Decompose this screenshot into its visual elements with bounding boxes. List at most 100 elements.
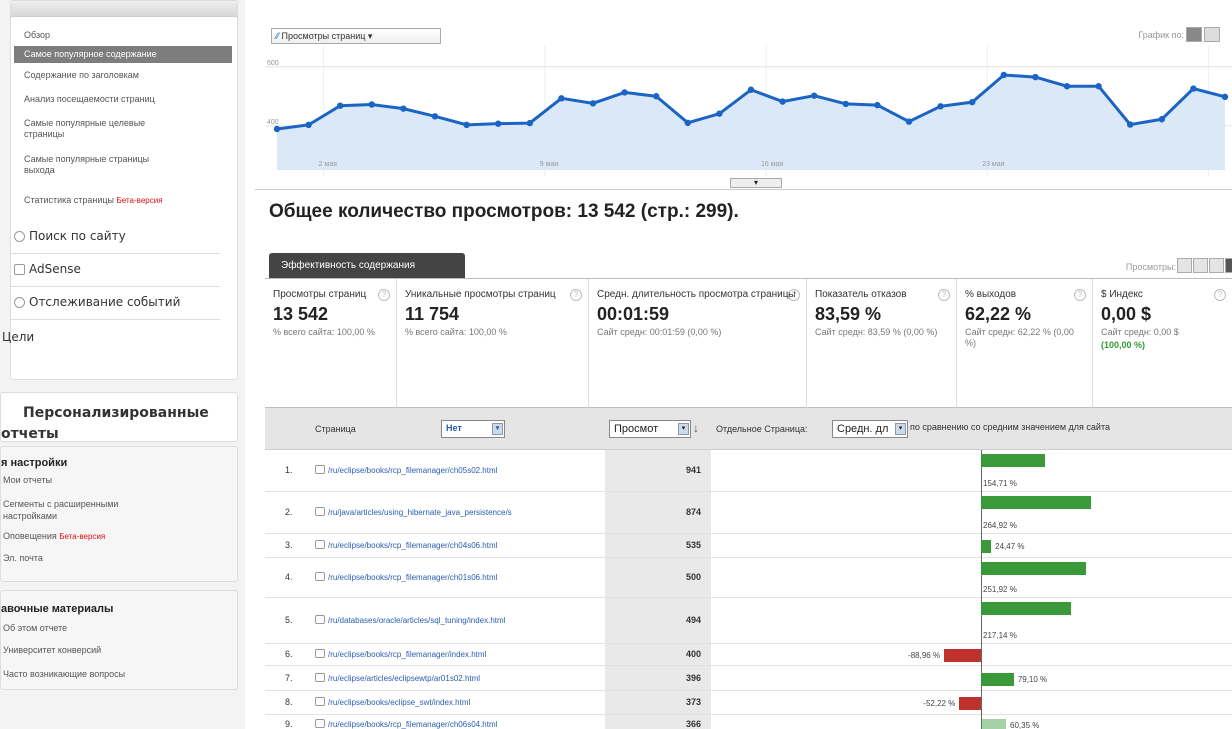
metric-dropdown[interactable]: ⁄⁄ Просмотры страниц ▾ — [271, 28, 441, 44]
secondary-dimension-select[interactable]: Нет ▾ — [441, 420, 505, 438]
settings-advanced-segments[interactable]: Сегменты с расширенными — [3, 499, 118, 510]
table-row[interactable]: 6. /ru/eclipse/books/rcp_filemanager/inde… — [265, 644, 1232, 666]
table-row[interactable]: 8. /ru/eclipse/books/eclipse_swt/index.ht… — [265, 691, 1232, 715]
table-row[interactable]: 1. /ru/eclipse/books/rcp_filemanager/ch05… — [265, 450, 1232, 492]
row-number: 8. — [285, 697, 293, 707]
page-link[interactable]: /ru/eclipse/books/rcp_filemanager/ch05s0… — [315, 465, 600, 475]
page-preview-icon[interactable] — [315, 615, 325, 624]
content-table: Страница Нет ▾ Просмот ▾ ↓ Отдельное Стр… — [265, 408, 1232, 729]
nav-item-content-by-title[interactable]: Содержание по заголовкам — [24, 70, 139, 81]
data-point — [779, 98, 786, 105]
nav-section-adsense[interactable]: AdSense — [14, 262, 81, 276]
chart-resize-handle[interactable]: ▾ — [730, 178, 782, 188]
page-link[interactable]: /ru/eclipse/articles/eclipsewtp/ar01s02.… — [315, 672, 600, 683]
settings-panel: я настройки Мои отчеты Сегменты с расшир… — [0, 446, 238, 582]
scorecard-sub: % всего сайта: 100,00 % — [273, 327, 375, 337]
page-link[interactable]: /ru/eclipse/books/rcp_filemanager/ch06s0… — [315, 719, 600, 729]
help-icon[interactable]: ? — [788, 289, 800, 301]
page-preview-icon[interactable] — [315, 507, 325, 516]
page-preview-icon[interactable] — [315, 719, 325, 728]
nav-item-overview[interactable]: Обзор — [24, 30, 50, 41]
help-icon[interactable]: ? — [1214, 289, 1226, 301]
comparison-bar — [981, 672, 1014, 686]
page-preview-icon[interactable] — [315, 649, 325, 658]
page-preview-icon[interactable] — [315, 540, 325, 549]
nav-section-label: AdSense — [29, 262, 81, 276]
page-preview-icon[interactable] — [315, 572, 325, 581]
help-icon[interactable]: ? — [1074, 289, 1086, 301]
help-faq[interactable]: Часто возникающие вопросы — [3, 669, 125, 680]
pageviews-value: 396 — [685, 672, 701, 683]
help-about-report[interactable]: Об этом отчете — [3, 623, 67, 634]
nav-section-goals[interactable]: Цели — [2, 330, 34, 344]
scorecard-label: Просмотры страниц — [273, 289, 367, 300]
help-icon[interactable]: ? — [378, 289, 390, 301]
nav-section-label: Отслеживание событий — [29, 295, 181, 309]
data-point — [305, 121, 312, 129]
personalized-reports-panel[interactable]: Персонализированные отчеты — [0, 392, 238, 442]
nav-item-navigation-summary[interactable]: Анализ посещаемости страниц — [24, 94, 155, 105]
nav-item-top-content[interactable]: Самое популярное содержание — [14, 46, 232, 63]
nav-item-page-stats[interactable]: Статистика страницы Бета-версия — [24, 195, 163, 206]
x-tick-label: 2 мая — [319, 161, 338, 168]
scorecard-label: Уникальные просмотры страниц — [405, 289, 556, 300]
scorecard-dollar-index: $ Индекс 0,00 $ Сайт средн: 0,00 $ (100,… — [1093, 279, 1232, 409]
data-point — [1127, 121, 1134, 128]
nav-item-top-landing[interactable]: Самые популярные целевые страницы — [24, 118, 145, 140]
data-point — [526, 119, 533, 127]
page-preview-icon[interactable] — [315, 465, 325, 474]
table-row[interactable]: 3. /ru/eclipse/books/rcp_filemanager/ch04… — [265, 534, 1232, 558]
views-metric-select[interactable]: Просмот ▾ — [609, 420, 691, 438]
graph-by-day-button[interactable] — [1186, 27, 1202, 42]
data-point — [653, 93, 660, 100]
table-row[interactable]: 7. /ru/eclipse/articles/eclipsewtp/ar01s0… — [265, 666, 1232, 691]
table-view-button[interactable] — [1177, 258, 1192, 273]
data-point — [969, 98, 976, 106]
settings-alerts[interactable]: Оповещения Бета-версия — [3, 531, 105, 542]
x-tick-label: 23 мая — [982, 161, 1004, 168]
comparison-view-button[interactable] — [1225, 258, 1232, 273]
page-link[interactable]: /ru/eclipse/books/rcp_filemanager/ch01s0… — [315, 572, 600, 582]
tab-content-performance[interactable]: Эффективность содержания — [269, 253, 465, 278]
page-preview-icon[interactable] — [315, 697, 325, 706]
data-point — [1095, 83, 1102, 90]
pie-view-button[interactable] — [1193, 258, 1208, 273]
settings-title: я настройки — [1, 457, 68, 469]
chart-area: ⁄⁄ Просмотры страниц ▾ График по: 600 400… — [255, 0, 1232, 190]
table-row[interactable]: 4. /ru/eclipse/books/rcp_filemanager/ch01… — [265, 558, 1232, 598]
comparison-bar — [981, 562, 1086, 575]
view-label: Просмотры: — [1125, 262, 1176, 272]
page-link[interactable]: /ru/java/articles/using_hibernate_java_p… — [315, 507, 600, 517]
page-link[interactable]: /ru/eclipse/books/rcp_filemanager/ch04s0… — [315, 540, 600, 550]
help-conversion-university[interactable]: Университет конверсий — [3, 645, 101, 656]
nav-section-site-search[interactable]: Поиск по сайту — [14, 229, 126, 243]
page-link[interactable]: /ru/eclipse/books/rcp_filemanager/index.… — [315, 649, 600, 659]
sort-desc-icon[interactable]: ↓ — [693, 421, 699, 435]
help-icon[interactable]: ? — [570, 289, 582, 301]
settings-email[interactable]: Эл. почта — [3, 553, 43, 564]
nav-item-top-exit[interactable]: Самые популярные страницы выхода — [24, 154, 149, 176]
page-link[interactable]: /ru/databases/oracle/articles/sql_tuning… — [315, 615, 600, 625]
column-header-page[interactable]: Страница — [315, 424, 356, 434]
table-row[interactable]: 9. /ru/eclipse/books/rcp_filemanager/ch06… — [265, 715, 1232, 729]
page-preview-icon[interactable] — [315, 672, 325, 682]
performance-view-button[interactable] — [1209, 258, 1224, 273]
page-path: /ru/eclipse/articles/eclipsewtp/ar01s02.… — [328, 673, 481, 683]
graph-by-week-button[interactable] — [1204, 27, 1220, 42]
scorecard-sub: Сайт средн: 83,59 % (0,00 %) — [815, 327, 938, 337]
comparison-axis — [981, 450, 982, 729]
data-point — [716, 110, 723, 117]
beta-badge: Бета-версия — [59, 532, 106, 541]
page-link[interactable]: /ru/eclipse/books/eclipse_swt/index.html — [315, 697, 600, 707]
scorecard-value: 83,59 % — [815, 304, 882, 324]
data-point — [937, 103, 944, 110]
row-number: 7. — [285, 672, 293, 683]
settings-my-reports[interactable]: Мои отчеты — [3, 475, 52, 486]
nav-section-event-tracking[interactable]: Отслеживание событий — [14, 295, 180, 309]
compare-metric-select[interactable]: Средн. дл ▾ — [832, 420, 908, 438]
help-icon[interactable]: ? — [938, 289, 950, 301]
data-point — [1158, 116, 1165, 123]
settings-advanced-segments-cont[interactable]: настройками — [3, 511, 57, 522]
adsense-icon — [14, 263, 25, 275]
table-row[interactable]: 5. /ru/databases/oracle/articles/sql_tuni… — [265, 598, 1232, 644]
